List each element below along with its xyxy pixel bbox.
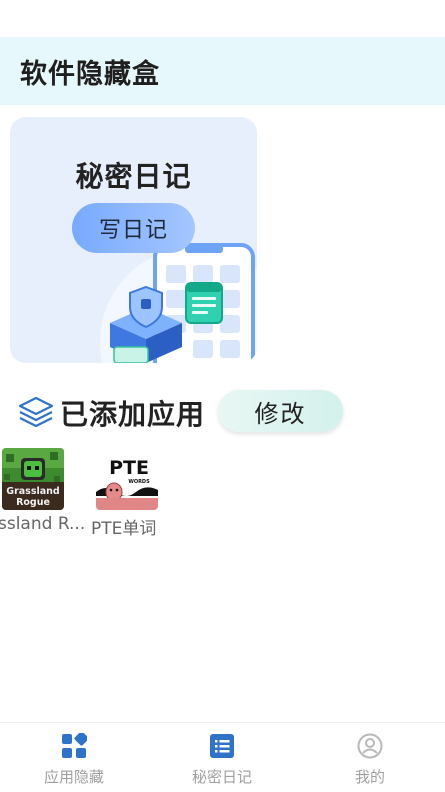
- app-label: PTE单词: [91, 519, 157, 539]
- section-title: 已添加应用: [60, 398, 206, 431]
- app-header: 软件隐藏盒: [0, 37, 445, 105]
- pte-icon-line2: WORDS: [128, 479, 150, 485]
- app-label: ssland R...: [0, 514, 86, 534]
- layers-icon: [18, 396, 54, 428]
- tab-secret-diary[interactable]: 秘密日记: [148, 723, 296, 792]
- page-title: 软件隐藏盒: [20, 58, 160, 90]
- pte-words-app-icon: PTE WORDS: [96, 448, 158, 510]
- write-diary-button[interactable]: 写日记: [72, 203, 195, 253]
- list-icon: [210, 734, 234, 758]
- secret-diary-card[interactable]: 秘密日记 写日记: [10, 117, 257, 363]
- phone-lock-illustration-icon: [110, 243, 255, 363]
- tab-mine[interactable]: 我的: [296, 723, 444, 792]
- apps-grid-icon: [62, 733, 87, 758]
- tab-label: 应用隐藏: [43, 768, 104, 786]
- bottom-tab-bar: 应用隐藏 秘密日记 我的: [0, 722, 445, 792]
- added-apps-header: 已添加应用 修改: [0, 385, 445, 439]
- grassland-rogue-app-icon: Grassland Rogue: [2, 448, 64, 510]
- grassland-icon-line2: Rogue: [16, 497, 50, 508]
- tab-label: 我的: [354, 768, 385, 786]
- pte-icon-line1: PTE: [109, 457, 149, 479]
- grassland-icon-line1: Grassland: [6, 486, 59, 497]
- edit-button[interactable]: 修改: [218, 390, 343, 432]
- user-profile-icon: [357, 733, 383, 759]
- diary-card-title: 秘密日记: [75, 160, 192, 193]
- tab-label: 秘密日记: [191, 768, 252, 786]
- tab-app-hide[interactable]: 应用隐藏: [0, 723, 148, 792]
